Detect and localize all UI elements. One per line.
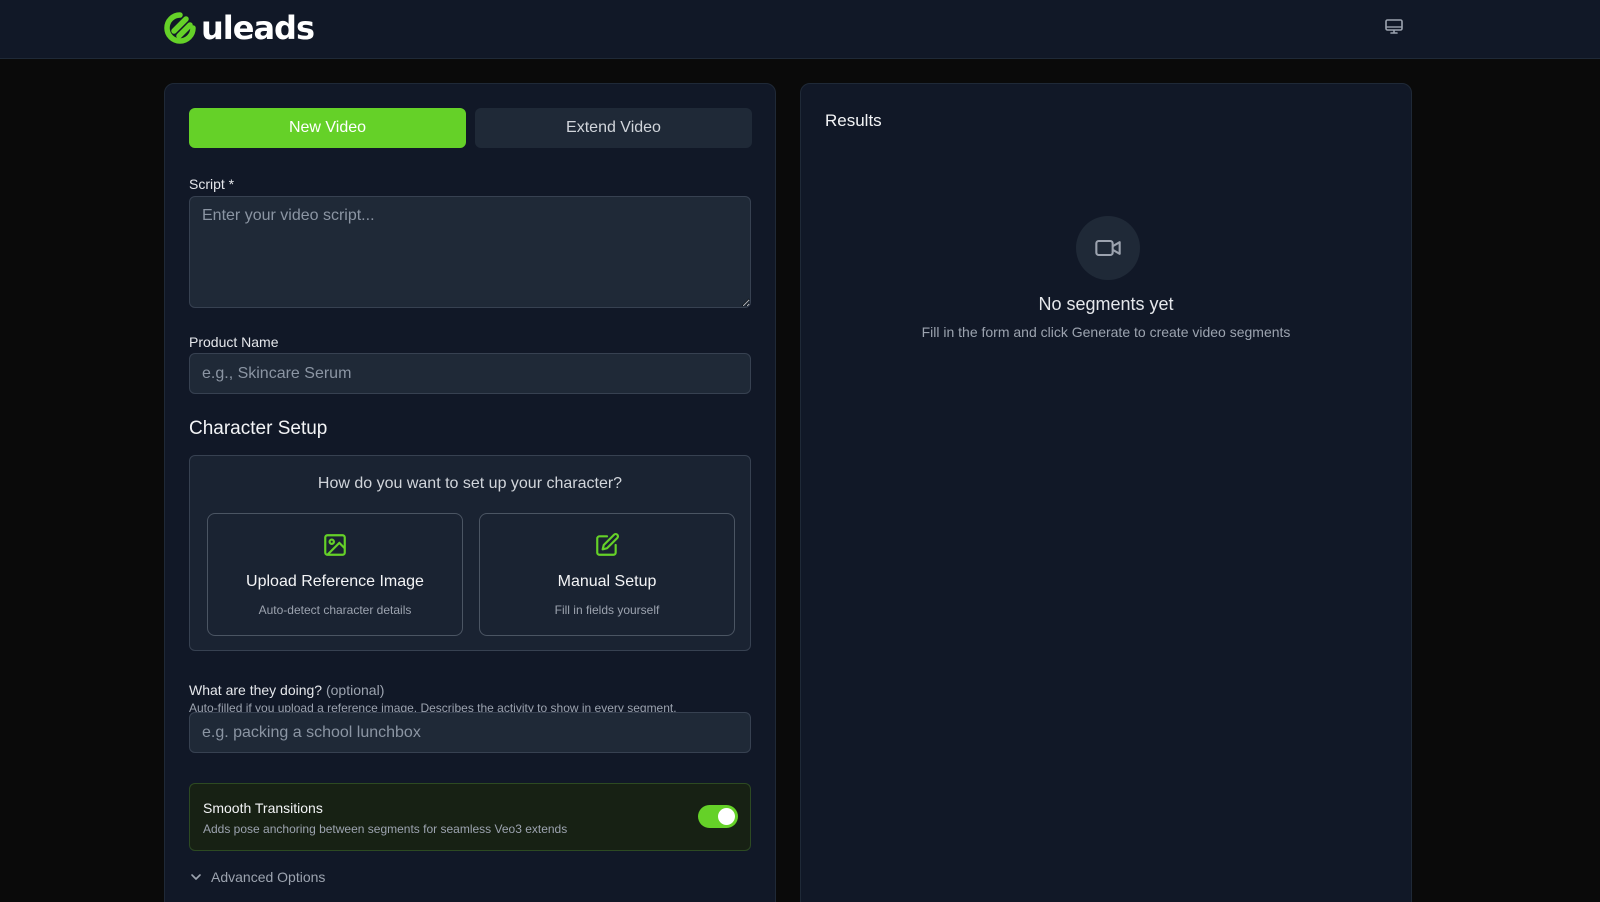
empty-state-subtitle: Fill in the form and click Generate to c…: [921, 324, 1291, 340]
manual-setup-option[interactable]: Manual Setup Fill in fields yourself: [479, 513, 735, 636]
manual-option-subtitle: Fill in fields yourself: [554, 603, 660, 617]
generation-form-panel: New Video Extend Video Script * Product …: [164, 83, 776, 902]
brand-name: uleads: [201, 9, 315, 47]
activity-label: What are they doing? (optional): [189, 682, 384, 698]
empty-state-icon-wrapper: [1076, 216, 1140, 280]
results-panel: Results No segments yet Fill in the form…: [800, 83, 1412, 902]
video-camera-icon: [1095, 239, 1121, 257]
upload-option-subtitle: Auto-detect character details: [258, 603, 412, 617]
character-setup-box: How do you want to set up your character…: [189, 455, 751, 651]
brand-logo[interactable]: uleads: [163, 9, 315, 47]
image-icon: [324, 534, 346, 556]
advanced-options-toggle[interactable]: Advanced Options: [189, 867, 325, 887]
toggle-knob: [718, 808, 735, 825]
display-toggle-button[interactable]: [1383, 16, 1405, 38]
script-label: Script *: [189, 176, 235, 192]
manual-option-title: Manual Setup: [557, 573, 657, 590]
chevron-down-icon: [191, 874, 201, 880]
top-navbar: uleads: [0, 0, 1600, 59]
optional-tag: (optional): [325, 682, 385, 698]
smooth-transitions-card: Smooth Transitions Adds pose anchoring b…: [189, 783, 751, 851]
activity-label-text: What are they doing?: [189, 682, 323, 698]
results-title: Results: [825, 111, 882, 130]
advanced-options-label: Advanced Options: [211, 869, 326, 885]
product-name-label: Product Name: [189, 334, 279, 350]
smooth-transitions-description: Adds pose anchoring between segments for…: [203, 822, 568, 836]
product-name-input[interactable]: [189, 353, 751, 394]
smooth-transitions-toggle[interactable]: [698, 805, 738, 828]
empty-state-title: No segments yet: [1038, 294, 1174, 314]
character-setup-question: How do you want to set up your character…: [317, 475, 623, 492]
character-setup-title: Character Setup: [189, 418, 328, 439]
upload-reference-image-option[interactable]: Upload Reference Image Auto-detect chara…: [207, 513, 463, 636]
tab-new-video[interactable]: New Video: [189, 108, 466, 148]
uleads-logo-icon: [164, 12, 196, 44]
smooth-transitions-title: Smooth Transitions: [203, 800, 323, 816]
script-textarea[interactable]: [189, 196, 751, 308]
activity-input[interactable]: [189, 712, 751, 753]
edit-icon: [596, 533, 619, 556]
upload-option-title: Upload Reference Image: [246, 573, 424, 590]
tab-extend-video[interactable]: Extend Video: [475, 108, 752, 148]
monitor-icon: [1385, 19, 1403, 34]
